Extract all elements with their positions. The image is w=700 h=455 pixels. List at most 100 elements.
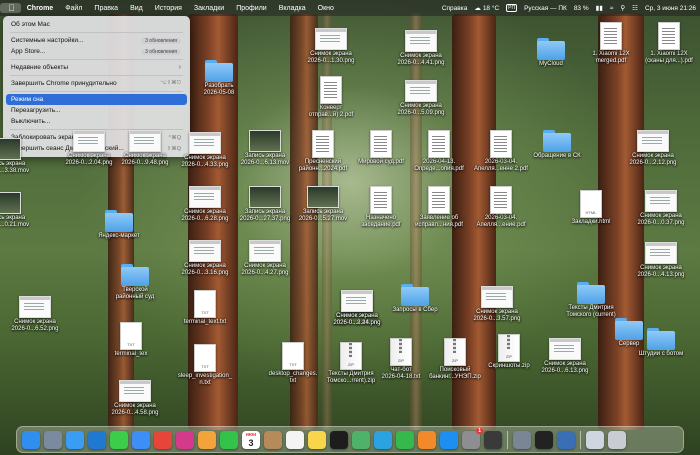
desktop-item-folder[interactable]: Разобрать 2026-05-08 xyxy=(184,60,254,97)
screenshot-icon[interactable] xyxy=(513,430,531,449)
input-source[interactable]: Русская — ПК xyxy=(524,5,567,12)
weather-icon[interactable]: ☁ xyxy=(474,4,481,12)
control-center-icon[interactable]: ☷ xyxy=(632,4,638,12)
menu-file[interactable]: Файл xyxy=(59,5,88,12)
quicktime-icon[interactable] xyxy=(557,430,575,449)
contacts-icon[interactable] xyxy=(264,430,282,449)
desktop-item-shot[interactable]: Снимок экрана 2026-0...4.27.png xyxy=(230,240,300,277)
menu-edit[interactable]: Правка xyxy=(88,5,124,12)
desktop-item-label: Снимок экрана 2026-0...4.41.png xyxy=(397,53,445,66)
menu-profiles[interactable]: Профили xyxy=(230,5,272,12)
activity-monitor-icon[interactable] xyxy=(484,430,502,449)
menu-history[interactable]: История xyxy=(149,5,188,12)
terminal-icon[interactable] xyxy=(535,430,553,449)
pdf-file-icon xyxy=(370,130,392,158)
launchpad-icon[interactable] xyxy=(44,430,62,449)
desktop-item-shot[interactable]: Снимок экрана 2026-0...6.13.png xyxy=(530,338,600,375)
mail-icon[interactable] xyxy=(132,430,150,449)
desktop-item-folder[interactable]: Яндекс-маркет xyxy=(84,210,154,240)
reminders-icon[interactable] xyxy=(286,430,304,449)
desktop-item-shot[interactable]: Снимок экрана 2026-0...4.58.png xyxy=(100,380,170,417)
downloads-stack-icon[interactable] xyxy=(586,430,604,449)
desktop-item-txt[interactable]: terminal_text.txt xyxy=(170,290,240,326)
battery-icon[interactable]: ▮▮ xyxy=(596,4,603,12)
messages-icon[interactable] xyxy=(110,430,128,449)
menu-help[interactable]: Справка xyxy=(442,5,468,12)
telegram-icon[interactable] xyxy=(374,430,392,449)
desktop-item-doc[interactable]: 2026-03-04. Апелля...ение.pdf xyxy=(466,186,536,229)
desktop-item-shot[interactable]: Снимок экрана 2026-0...5.09.png xyxy=(386,80,456,117)
desktop-item-html[interactable]: Закладки.html xyxy=(556,190,626,226)
system-settings-icon[interactable]: 1 xyxy=(462,427,483,449)
desktop-item-mov[interactable]: Запись экрана 2026-0...0.21.mov xyxy=(0,192,40,229)
desktop-item-shot[interactable]: Снимок экрана 2026-0...6.52.png xyxy=(0,296,70,333)
desktop-item-label: Снимок экрана 2026-0...3.57.png xyxy=(473,309,521,322)
vscode-icon[interactable] xyxy=(88,430,106,449)
menu-tab[interactable]: Вкладка xyxy=(273,5,312,12)
trash-icon[interactable] xyxy=(608,430,626,449)
chrome-icon[interactable] xyxy=(154,430,172,449)
desktop-item-folder[interactable]: Сервер xyxy=(594,318,664,348)
notification-badge: 1 xyxy=(476,427,483,434)
desktop-item-label: Снимок экрана 2026-0...1.30.png xyxy=(307,51,355,64)
keyboard-badge[interactable]: РП xyxy=(506,4,518,12)
desktop-item-txt[interactable]: sleep_investigation_ n.txt xyxy=(170,344,240,387)
desktop-item-doc[interactable]: 1. Xiaomi 12X (сканы для...).pdf xyxy=(634,22,700,65)
pages-icon[interactable] xyxy=(418,430,436,449)
pdf-file-icon xyxy=(312,130,334,158)
numbers-icon[interactable] xyxy=(396,430,414,449)
calendar-icon[interactable]: июн 3 xyxy=(242,430,260,449)
apple-icon[interactable]:  xyxy=(0,3,21,13)
apple-menu-item[interactable]: Системные настройки... 3 обновления xyxy=(6,35,187,46)
desktop-item-label: Обращение в СК xyxy=(533,153,581,159)
folder-icon xyxy=(543,130,571,152)
desktop-item-shot[interactable]: Снимок экрана 2026-0...0.37.png xyxy=(626,190,696,227)
desktop-item-folder[interactable]: Тексты Дмитрия Томского (current) xyxy=(556,282,626,319)
weather-temp[interactable]: 18 °C xyxy=(483,5,499,12)
desktop-item-shot[interactable]: Снимок экрана 2026-0...4.41.png xyxy=(386,30,456,67)
menu-bookmarks[interactable]: Закладки xyxy=(188,5,230,12)
desktop-item-folder[interactable]: Обращение в СК xyxy=(522,130,592,160)
stocks-icon[interactable] xyxy=(330,430,348,449)
photos-icon[interactable] xyxy=(198,430,216,449)
apple-menu-item[interactable]: App Store... 3 обновления xyxy=(6,46,187,57)
search-icon[interactable]: ⚲ xyxy=(620,4,625,12)
desktop-item-txt[interactable]: terminal_tex xyxy=(96,322,166,358)
apple-menu-item[interactable]: Перезагрузить... xyxy=(6,105,187,116)
clock[interactable]: Ср, 3 июня 21:26 xyxy=(645,5,696,12)
apple-menu-item[interactable]: Режим сна xyxy=(6,94,187,105)
finder-icon[interactable] xyxy=(22,430,40,449)
facetime-icon[interactable] xyxy=(220,430,238,449)
battery-percent[interactable]: 83 % xyxy=(574,5,589,12)
desktop-item-label: Запросы в Сбер xyxy=(392,307,438,313)
apple-menu-item[interactable]: Об этом Mac xyxy=(6,19,187,30)
desktop-item-folder[interactable]: MyCloud xyxy=(516,38,586,68)
desktop-item-label: Штудии с ботом xyxy=(638,351,684,357)
desktop-item-folder[interactable]: Тверской районный суд xyxy=(100,264,170,301)
apple-menu-item[interactable]: Выключить... xyxy=(6,116,187,127)
notes-icon[interactable] xyxy=(308,430,326,449)
desktop-item-shot[interactable]: Снимок экрана 2026-0...2.12.png xyxy=(618,130,688,167)
desktop-item-shot[interactable]: Снимок экрана 2026-0...1.30.png xyxy=(296,28,366,65)
desktop-item-doc[interactable]: 2026-04-13. Опреде...опия.pdf xyxy=(404,130,474,173)
desktop-item-mov[interactable]: Запись экрана 2026-0...3.38.mov xyxy=(0,138,40,175)
menu-app-name[interactable]: Chrome xyxy=(21,5,59,12)
pdf-file-icon xyxy=(490,130,512,158)
desktop-item-label: Тверской районный суд xyxy=(115,287,155,300)
apple-menu-item[interactable]: Недавние объекты › xyxy=(6,62,187,73)
yandex-browser-icon[interactable] xyxy=(176,430,194,449)
menu-window[interactable]: Окно xyxy=(312,5,340,12)
wifi-icon[interactable]: ≈ xyxy=(610,5,614,12)
safari-icon[interactable] xyxy=(66,430,84,449)
desktop-item-doc[interactable]: Заявление об исправл...ния.pdf xyxy=(404,186,474,229)
app-store-icon[interactable] xyxy=(440,430,458,449)
desktop-item-label: Снимок экрана 2026-0...2.12.png xyxy=(629,153,677,166)
dock-separator xyxy=(507,430,508,449)
desktop-item-shot[interactable]: Снимок экрана 2026-0...3.57.png xyxy=(462,286,532,323)
maps-icon[interactable] xyxy=(352,430,370,449)
desktop-item-shot[interactable]: Снимок экрана 2026-0...2.24.png xyxy=(322,290,392,327)
apple-menu-item[interactable]: Завершить Chrome принудительно ⌥⇧⌘⎋ xyxy=(6,78,187,89)
desktop-item-shot[interactable]: Снимок экрана 2026-0...4.13.png xyxy=(626,242,696,279)
desktop-item-doc[interactable]: Конверт отправ...й) 2.pdf xyxy=(296,76,366,119)
menu-view[interactable]: Вид xyxy=(124,5,149,12)
